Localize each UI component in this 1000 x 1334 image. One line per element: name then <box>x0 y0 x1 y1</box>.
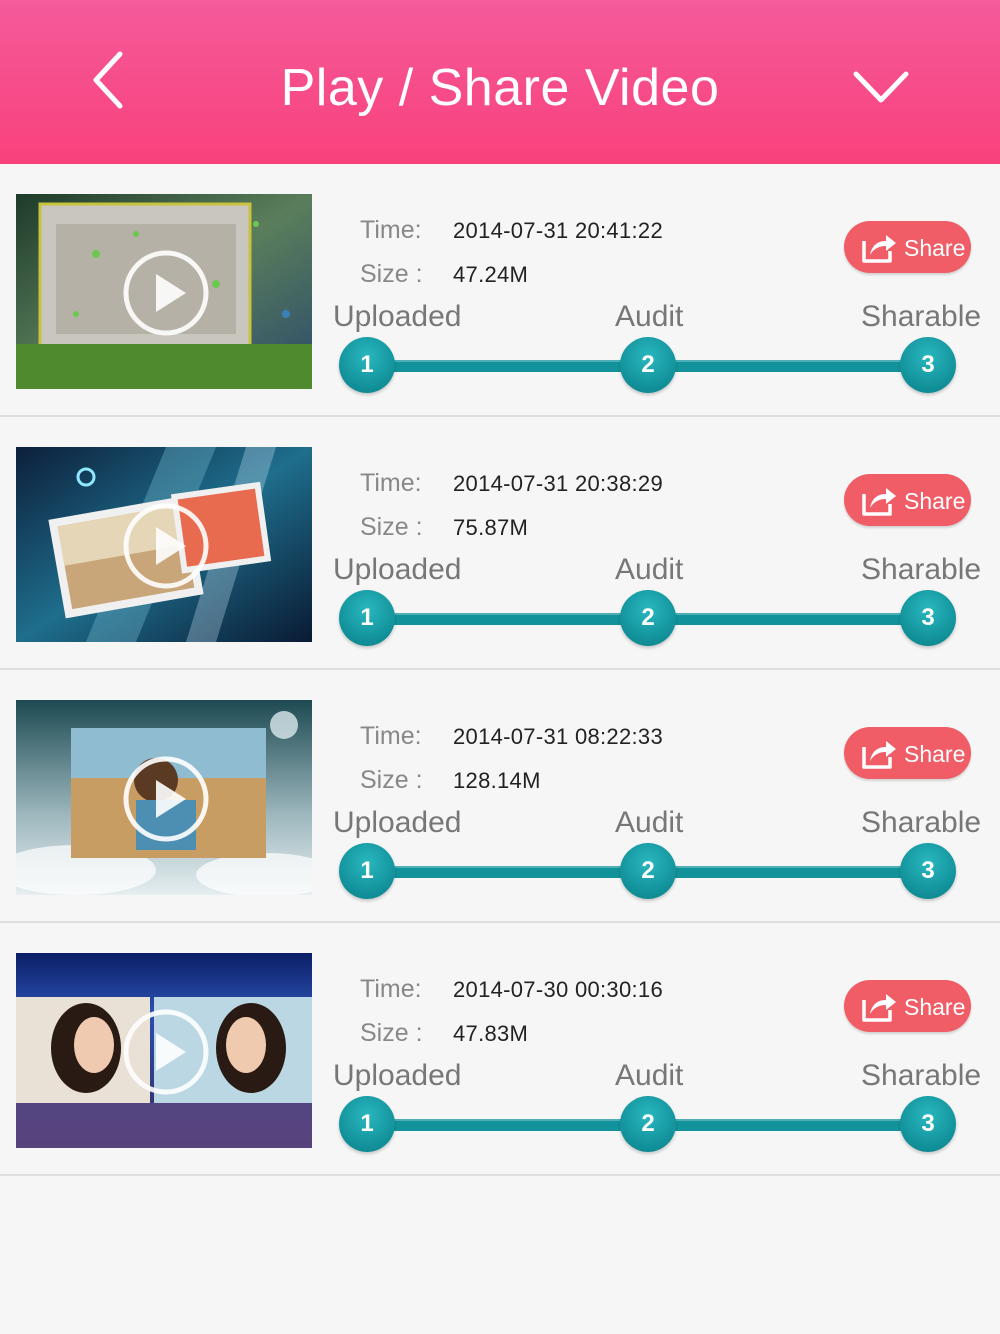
size-value: 47.83M <box>453 1021 529 1046</box>
step-2-dot: 2 <box>620 843 676 899</box>
chevron-down-icon <box>853 71 909 103</box>
time-label: Time: <box>360 469 422 497</box>
share-button[interactable]: Share <box>844 980 971 1032</box>
step-sharable-label: Sharable <box>861 806 982 839</box>
step-uploaded-label: Uploaded <box>333 1059 462 1092</box>
time-label: Time: <box>360 722 422 750</box>
time-value: 2014-07-31 08:22:33 <box>453 724 663 749</box>
video-row: Time: 2014-07-30 00:30:16 Size : 47.83M … <box>0 923 1000 1176</box>
time-value: 2014-07-30 00:30:16 <box>453 977 663 1002</box>
share-button[interactable]: Share <box>844 474 971 526</box>
step-sharable-label: Sharable <box>861 300 982 333</box>
step-audit-label: Audit <box>615 1059 684 1092</box>
step-3-dot: 3 <box>900 590 956 646</box>
status-progress: 1 2 3 <box>336 840 962 904</box>
step-2-dot: 2 <box>620 1096 676 1152</box>
video-list: Time: 2014-07-31 20:41:22 Size : 47.24M … <box>0 164 1000 1176</box>
time-value: 2014-07-31 20:38:29 <box>453 471 663 496</box>
status-progress: 1 2 3 <box>336 587 962 651</box>
step-2-dot: 2 <box>620 337 676 393</box>
status-progress: 1 2 3 <box>336 1093 962 1157</box>
header-bar: Play / Share Video <box>0 0 1000 164</box>
time-label: Time: <box>360 216 422 244</box>
size-label: Size : <box>360 1019 423 1047</box>
step-1-dot: 1 <box>339 337 395 393</box>
step-audit-label: Audit <box>615 806 684 839</box>
step-uploaded-label: Uploaded <box>333 300 462 333</box>
step-audit-label: Audit <box>615 300 684 333</box>
share-icon <box>862 741 896 769</box>
share-label: Share <box>904 235 966 261</box>
thumbnail-image <box>16 700 312 895</box>
share-label: Share <box>904 488 966 514</box>
video-row: Time: 2014-07-31 08:22:33 Size : 128.14M… <box>0 670 1000 923</box>
video-thumbnail[interactable] <box>16 447 312 642</box>
thumbnail-image <box>16 953 312 1148</box>
size-label: Size : <box>360 260 423 288</box>
share-icon <box>862 488 896 516</box>
step-3-dot: 3 <box>900 1096 956 1152</box>
thumbnail-image <box>16 194 312 389</box>
size-value: 75.87M <box>453 515 529 540</box>
step-sharable-label: Sharable <box>861 1059 982 1092</box>
dropdown-button[interactable] <box>846 56 916 116</box>
step-uploaded-label: Uploaded <box>333 806 462 839</box>
share-button[interactable]: Share <box>844 221 971 273</box>
step-sharable-label: Sharable <box>861 553 982 586</box>
size-value: 128.14M <box>453 768 541 793</box>
video-row: Time: 2014-07-31 20:38:29 Size : 75.87M … <box>0 417 1000 670</box>
share-label: Share <box>904 994 966 1020</box>
step-uploaded-label: Uploaded <box>333 553 462 586</box>
step-3-dot: 3 <box>900 843 956 899</box>
step-3-dot: 3 <box>900 337 956 393</box>
size-label: Size : <box>360 513 423 541</box>
share-icon <box>862 235 896 263</box>
time-label: Time: <box>360 975 422 1003</box>
thumbnail-image <box>16 447 312 642</box>
step-2-dot: 2 <box>620 590 676 646</box>
step-1-dot: 1 <box>339 1096 395 1152</box>
video-row: Time: 2014-07-31 20:41:22 Size : 47.24M … <box>0 164 1000 417</box>
step-1-dot: 1 <box>339 590 395 646</box>
step-audit-label: Audit <box>615 553 684 586</box>
video-thumbnail[interactable] <box>16 700 312 895</box>
step-1-dot: 1 <box>339 843 395 899</box>
size-label: Size : <box>360 766 423 794</box>
video-thumbnail[interactable] <box>16 953 312 1148</box>
share-icon <box>862 994 896 1022</box>
video-thumbnail[interactable] <box>16 194 312 389</box>
share-button[interactable]: Share <box>844 727 971 779</box>
status-progress: 1 2 3 <box>336 334 962 398</box>
share-label: Share <box>904 741 966 767</box>
size-value: 47.24M <box>453 262 529 287</box>
time-value: 2014-07-31 20:41:22 <box>453 218 663 243</box>
